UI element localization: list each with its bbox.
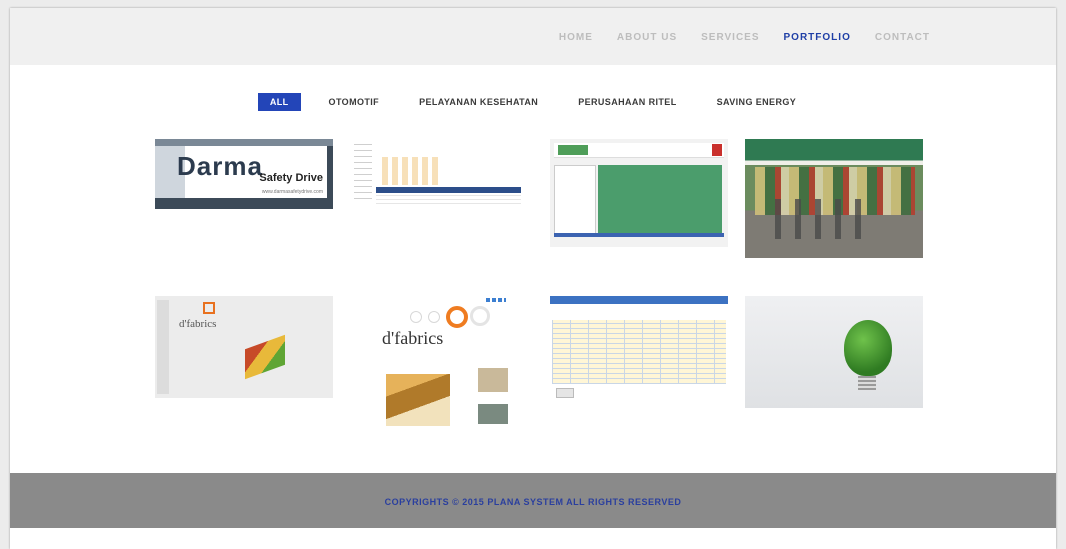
- shoppers-image: [775, 199, 875, 239]
- circle-icon: [428, 311, 440, 323]
- main-nav: HOME ABOUT US SERVICES PORTFOLIO CONTACT: [559, 32, 930, 43]
- darma-subtitle: Safety Drive: [259, 172, 323, 184]
- thumb-window-bar: [155, 139, 333, 146]
- portfolio-thumb-green-app[interactable]: [550, 139, 728, 247]
- filter-otomotif[interactable]: OTOMOTIF: [317, 93, 392, 111]
- filter-saving-energy[interactable]: SAVING ENERGY: [705, 93, 809, 111]
- thumb-window-titlebar: [550, 296, 728, 304]
- site-footer: COPYRIGHTS © 2015 PLANA SYSTEM ALL RIGHT…: [10, 473, 1056, 528]
- thumb-photo-small: [478, 368, 508, 392]
- portfolio-filters: ALL OTOMOTIF PELAYANAN KESEHATAN PERUSAH…: [10, 93, 1056, 111]
- green-lightbulb-icon: [844, 320, 892, 376]
- filter-perusahaan-ritel[interactable]: PERUSAHAAN RITEL: [566, 93, 688, 111]
- nav-about-us[interactable]: ABOUT US: [617, 32, 677, 43]
- portfolio-thumb-saving-energy[interactable]: [745, 296, 923, 408]
- thumb-table-header: [376, 187, 521, 193]
- portfolio-thumb-health-app[interactable]: [350, 139, 528, 209]
- darma-logo: Darma: [177, 151, 263, 181]
- thumb-button: [556, 388, 574, 398]
- lightbulb-base-icon: [858, 376, 876, 390]
- thumb-status-bar: [554, 233, 724, 237]
- thumb-calendar-grid: [382, 157, 442, 185]
- thumb-photo-main: [386, 374, 450, 426]
- filter-all[interactable]: ALL: [257, 93, 301, 111]
- dfabrics-site-brand: d'fabrics: [382, 328, 444, 348]
- thumb-red-icon: [712, 144, 722, 156]
- portfolio-thumb-data-table-app[interactable]: [550, 296, 728, 402]
- nav-contact[interactable]: CONTACT: [875, 32, 930, 43]
- thumb-toolbar: [157, 300, 169, 394]
- circle-icon: [470, 306, 490, 326]
- nav-portfolio[interactable]: PORTFOLIO: [784, 32, 851, 43]
- dfabrics-brand: d'fabrics: [179, 318, 217, 330]
- chart-graphic-icon: [245, 334, 285, 380]
- site-header: HOME ABOUT US SERVICES PORTFOLIO CONTACT: [10, 8, 1056, 65]
- portfolio-thumb-dfabrics-app[interactable]: d'fabrics: [155, 296, 333, 398]
- portfolio-thumb-retail-store[interactable]: [745, 139, 923, 258]
- filter-pelayanan-kesehatan[interactable]: PELAYANAN KESEHATAN: [407, 93, 550, 111]
- darma-url: www.darmasafetydrive.com: [261, 189, 323, 195]
- thumb-side-panel: [554, 165, 596, 237]
- thumb-data-grid: [552, 320, 726, 384]
- nav-home[interactable]: HOME: [559, 32, 593, 43]
- page-frame: HOME ABOUT US SERVICES PORTFOLIO CONTACT…: [10, 8, 1056, 549]
- dfabrics-logo-icon: [203, 302, 215, 314]
- nav-services[interactable]: SERVICES: [701, 32, 759, 43]
- thumb-green-logo: [558, 145, 588, 155]
- thumb-nav-dots: [486, 298, 506, 302]
- thumb-table-rows: [376, 194, 521, 204]
- portfolio-thumb-darma-safety-drive[interactable]: Darma Safety Drive www.darmasafetydrive.…: [155, 139, 333, 209]
- thumb-photo-small: [478, 404, 508, 424]
- thumb-menu: [354, 143, 372, 199]
- thumb-green-panel: [598, 165, 722, 235]
- portfolio-thumb-dfabrics-site[interactable]: d'fabrics: [370, 296, 510, 436]
- circle-icon: [410, 311, 422, 323]
- copyright-text: COPYRIGHTS © 2015 PLANA SYSTEM ALL RIGHT…: [384, 497, 682, 507]
- orange-ring-logo-icon: [446, 306, 468, 328]
